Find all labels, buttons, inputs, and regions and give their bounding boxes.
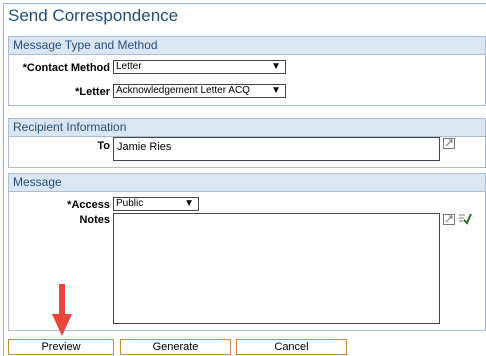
page-title: Send Correspondence — [8, 6, 179, 25]
recipient-header: Recipient Information — [9, 119, 485, 137]
letter-select[interactable]: Acknowledgement Letter ACQ ▼ — [113, 84, 286, 98]
notes-label: Notes — [79, 214, 110, 226]
letter-label: *Letter — [75, 86, 110, 98]
message-type-header: Message Type and Method — [9, 37, 485, 55]
to-input[interactable]: Jamie Ries — [113, 137, 440, 161]
to-value: Jamie Ries — [117, 141, 172, 153]
chevron-down-icon: ▼ — [271, 85, 281, 96]
chevron-down-icon: ▼ — [271, 61, 281, 72]
preview-button[interactable]: Preview — [8, 339, 114, 355]
spellcheck-icon[interactable] — [458, 212, 472, 228]
generate-button[interactable]: Generate — [120, 339, 231, 355]
to-label: To — [97, 140, 110, 152]
expand-icon[interactable] — [443, 138, 455, 152]
access-select[interactable]: Public ▼ — [113, 197, 199, 211]
contact-method-select[interactable]: Letter ▼ — [113, 60, 286, 74]
letter-value: Acknowledgement Letter ACQ — [116, 85, 250, 96]
message-header: Message — [9, 174, 485, 192]
expand-icon[interactable] — [443, 214, 455, 228]
access-value: Public — [116, 198, 144, 209]
arrow-down-icon — [52, 284, 72, 341]
access-label: *Access — [67, 199, 110, 211]
contact-method-value: Letter — [116, 61, 142, 72]
notes-textarea[interactable] — [113, 213, 440, 324]
contact-method-label: *Contact Method — [22, 62, 110, 74]
cancel-button[interactable]: Cancel — [236, 339, 347, 355]
chevron-down-icon: ▼ — [184, 198, 194, 209]
